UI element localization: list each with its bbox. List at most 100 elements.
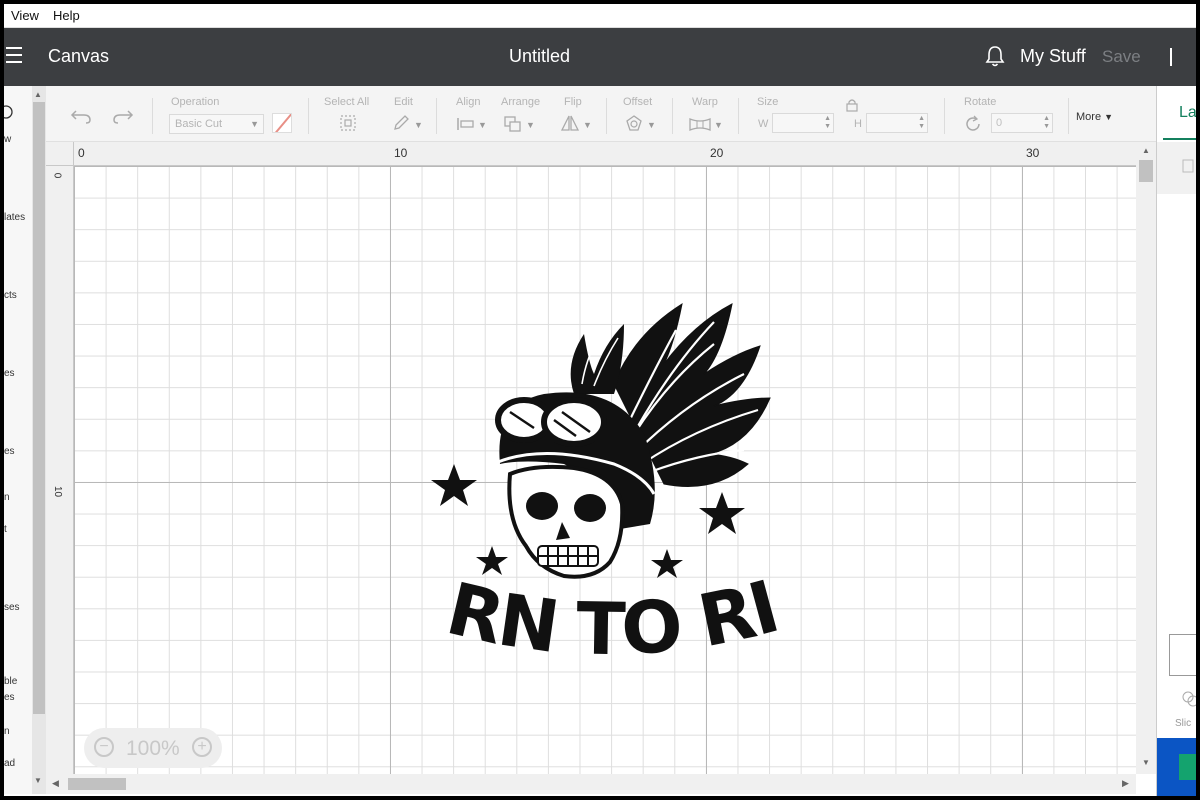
sidebar-item-text-b[interactable]: t — [4, 524, 7, 535]
rotate-input[interactable]: 0 ▲ ▼ — [991, 113, 1053, 133]
offset-icon[interactable] — [624, 114, 644, 135]
operation-select[interactable]: Basic Cut ▼ — [169, 114, 264, 134]
scroll-right-arrow-icon[interactable]: ▶ — [1122, 778, 1129, 789]
edit-chevron-down-icon[interactable]: ▼ — [414, 120, 423, 130]
align-icon[interactable] — [456, 116, 476, 135]
panel-toolbar — [1157, 142, 1196, 194]
menu-bar: View Help — [4, 4, 1196, 28]
undo-icon[interactable] — [70, 108, 92, 127]
scroll-up-arrow-icon[interactable]: ▲ — [34, 90, 42, 99]
rotate-label: Rotate — [964, 96, 997, 108]
warp-icon[interactable] — [688, 116, 712, 135]
layer-box[interactable] — [1169, 634, 1196, 676]
scroll-up-arrow-icon[interactable]: ▲ — [1142, 146, 1150, 155]
edit-toolbar: Operation Basic Cut ▼ Select All Edit ▼ … — [46, 86, 1156, 142]
warp-label: Warp — [692, 96, 718, 108]
menu-view[interactable]: View — [4, 8, 46, 23]
lock-icon[interactable] — [845, 97, 859, 115]
document-title[interactable]: Untitled — [509, 46, 570, 67]
operation-label: Operation — [171, 96, 220, 108]
save-button[interactable]: Save — [1102, 47, 1141, 67]
sidebar-item-shapes[interactable]: es — [4, 446, 15, 457]
zoom-level: 100% — [126, 737, 180, 760]
zoom-control: − 100% + — [84, 728, 222, 768]
slice-label: Slic — [1175, 718, 1192, 729]
ruler-label: 10 — [52, 485, 64, 498]
offset-label: Offset — [623, 96, 653, 108]
size-h-label: H — [854, 118, 862, 130]
rotate-value: 0 — [996, 117, 1003, 129]
size-label: Size — [757, 96, 779, 108]
edit-label: Edit — [394, 96, 413, 108]
left-sidebar: w lates cts es es n t ses ble es n ad — [4, 86, 32, 794]
size-w-label: W — [758, 118, 769, 130]
offset-chevron-down-icon[interactable]: ▼ — [647, 120, 656, 130]
arrange-chevron-down-icon[interactable]: ▼ — [526, 120, 535, 130]
app-window: View Help Canvas Untitled My Stuff Save … — [4, 4, 1196, 796]
ruler-label: 30 — [1026, 146, 1040, 160]
menu-help[interactable]: Help — [46, 8, 87, 23]
select-all-icon[interactable] — [339, 114, 357, 135]
hamburger-menu-icon[interactable] — [6, 47, 22, 65]
horizontal-scroll-thumb[interactable] — [68, 778, 126, 790]
flip-label: Flip — [564, 96, 582, 108]
sidebar-icon[interactable] — [4, 104, 16, 127]
sidebar-item-upload[interactable]: ad — [4, 758, 15, 769]
chevron-down-icon: ▼ — [250, 119, 259, 129]
scroll-left-arrow-icon[interactable]: ◀ — [52, 778, 59, 789]
rotate-icon[interactable] — [963, 114, 983, 137]
group-icon[interactable] — [1181, 158, 1195, 176]
slice-icon[interactable] — [1181, 690, 1196, 708]
sidebar-item-images[interactable]: es — [4, 368, 15, 379]
more-menu[interactable]: More ▼ — [1076, 111, 1113, 123]
layers-panel: La Slic — [1156, 86, 1196, 796]
ruler-corner — [46, 142, 74, 166]
born-to-ride-textpath: BORN TO RIDE — [414, 554, 788, 672]
arrange-icon[interactable] — [503, 115, 523, 136]
flip-icon[interactable] — [560, 114, 580, 135]
more-label: More — [1076, 111, 1102, 123]
caret-down-icon: ▼ — [1104, 112, 1114, 122]
horizontal-ruler: 0 10 20 30 — [74, 142, 1136, 166]
sidebar-item-text-a[interactable]: n — [4, 492, 10, 503]
align-label: Align — [456, 96, 481, 108]
align-chevron-down-icon[interactable]: ▼ — [478, 120, 487, 130]
height-input[interactable]: ▲ ▼ — [866, 113, 928, 133]
sidebar-item-n[interactable]: n — [4, 726, 10, 737]
width-input[interactable]: ▲ ▼ — [772, 113, 834, 133]
pencil-icon[interactable] — [392, 114, 410, 135]
make-it-button[interactable] — [1179, 754, 1196, 780]
vertical-scroll-thumb[interactable] — [1139, 160, 1153, 182]
design-canvas[interactable]: BORN TO RIDE — [74, 166, 1136, 774]
sidebar-item-editable[interactable]: ble — [4, 676, 17, 687]
zoom-in-icon[interactable]: + — [192, 737, 212, 757]
redo-icon[interactable] — [112, 108, 134, 127]
canvas-vertical-scrollbar[interactable]: ▲ ▼ — [1136, 142, 1156, 774]
sidebar-item-phrases[interactable]: ses — [4, 602, 20, 613]
sidebar-item-projects[interactable]: cts — [4, 290, 17, 301]
select-all-label: Select All — [324, 96, 370, 108]
sidebar-item-templates[interactable]: lates — [4, 212, 25, 223]
warp-chevron-down-icon[interactable]: ▼ — [714, 120, 723, 130]
canvas-horizontal-scrollbar[interactable]: ◀ ▶ — [46, 774, 1136, 794]
bell-icon[interactable] — [984, 44, 1006, 68]
vertical-ruler: 0 10 — [46, 166, 74, 774]
sidebar-scroll-thumb[interactable] — [33, 102, 45, 714]
born-to-ride-text[interactable]: BORN TO RIDE — [414, 554, 804, 684]
flip-chevron-down-icon[interactable]: ▼ — [583, 120, 592, 130]
my-stuff-link[interactable]: My Stuff — [1020, 46, 1086, 67]
tab-layers[interactable]: La — [1179, 104, 1196, 122]
operation-value: Basic Cut — [175, 118, 223, 130]
scroll-down-arrow-icon[interactable]: ▼ — [1142, 758, 1150, 767]
sidebar-item-images-b[interactable]: es — [4, 692, 15, 703]
ruler-label: 0 — [51, 172, 63, 179]
scroll-down-arrow-icon[interactable]: ▼ — [34, 776, 42, 785]
sidebar-item-new[interactable]: w — [4, 134, 11, 145]
tab-underline — [1163, 138, 1196, 140]
header-divider — [1170, 48, 1172, 66]
zoom-out-icon[interactable]: − — [94, 737, 114, 757]
linetype-color-swatch[interactable] — [272, 113, 292, 133]
ruler-label: 20 — [710, 146, 724, 160]
app-title: Canvas — [48, 46, 110, 66]
sidebar-scrollbar[interactable]: ▲ ▼ — [32, 86, 46, 794]
